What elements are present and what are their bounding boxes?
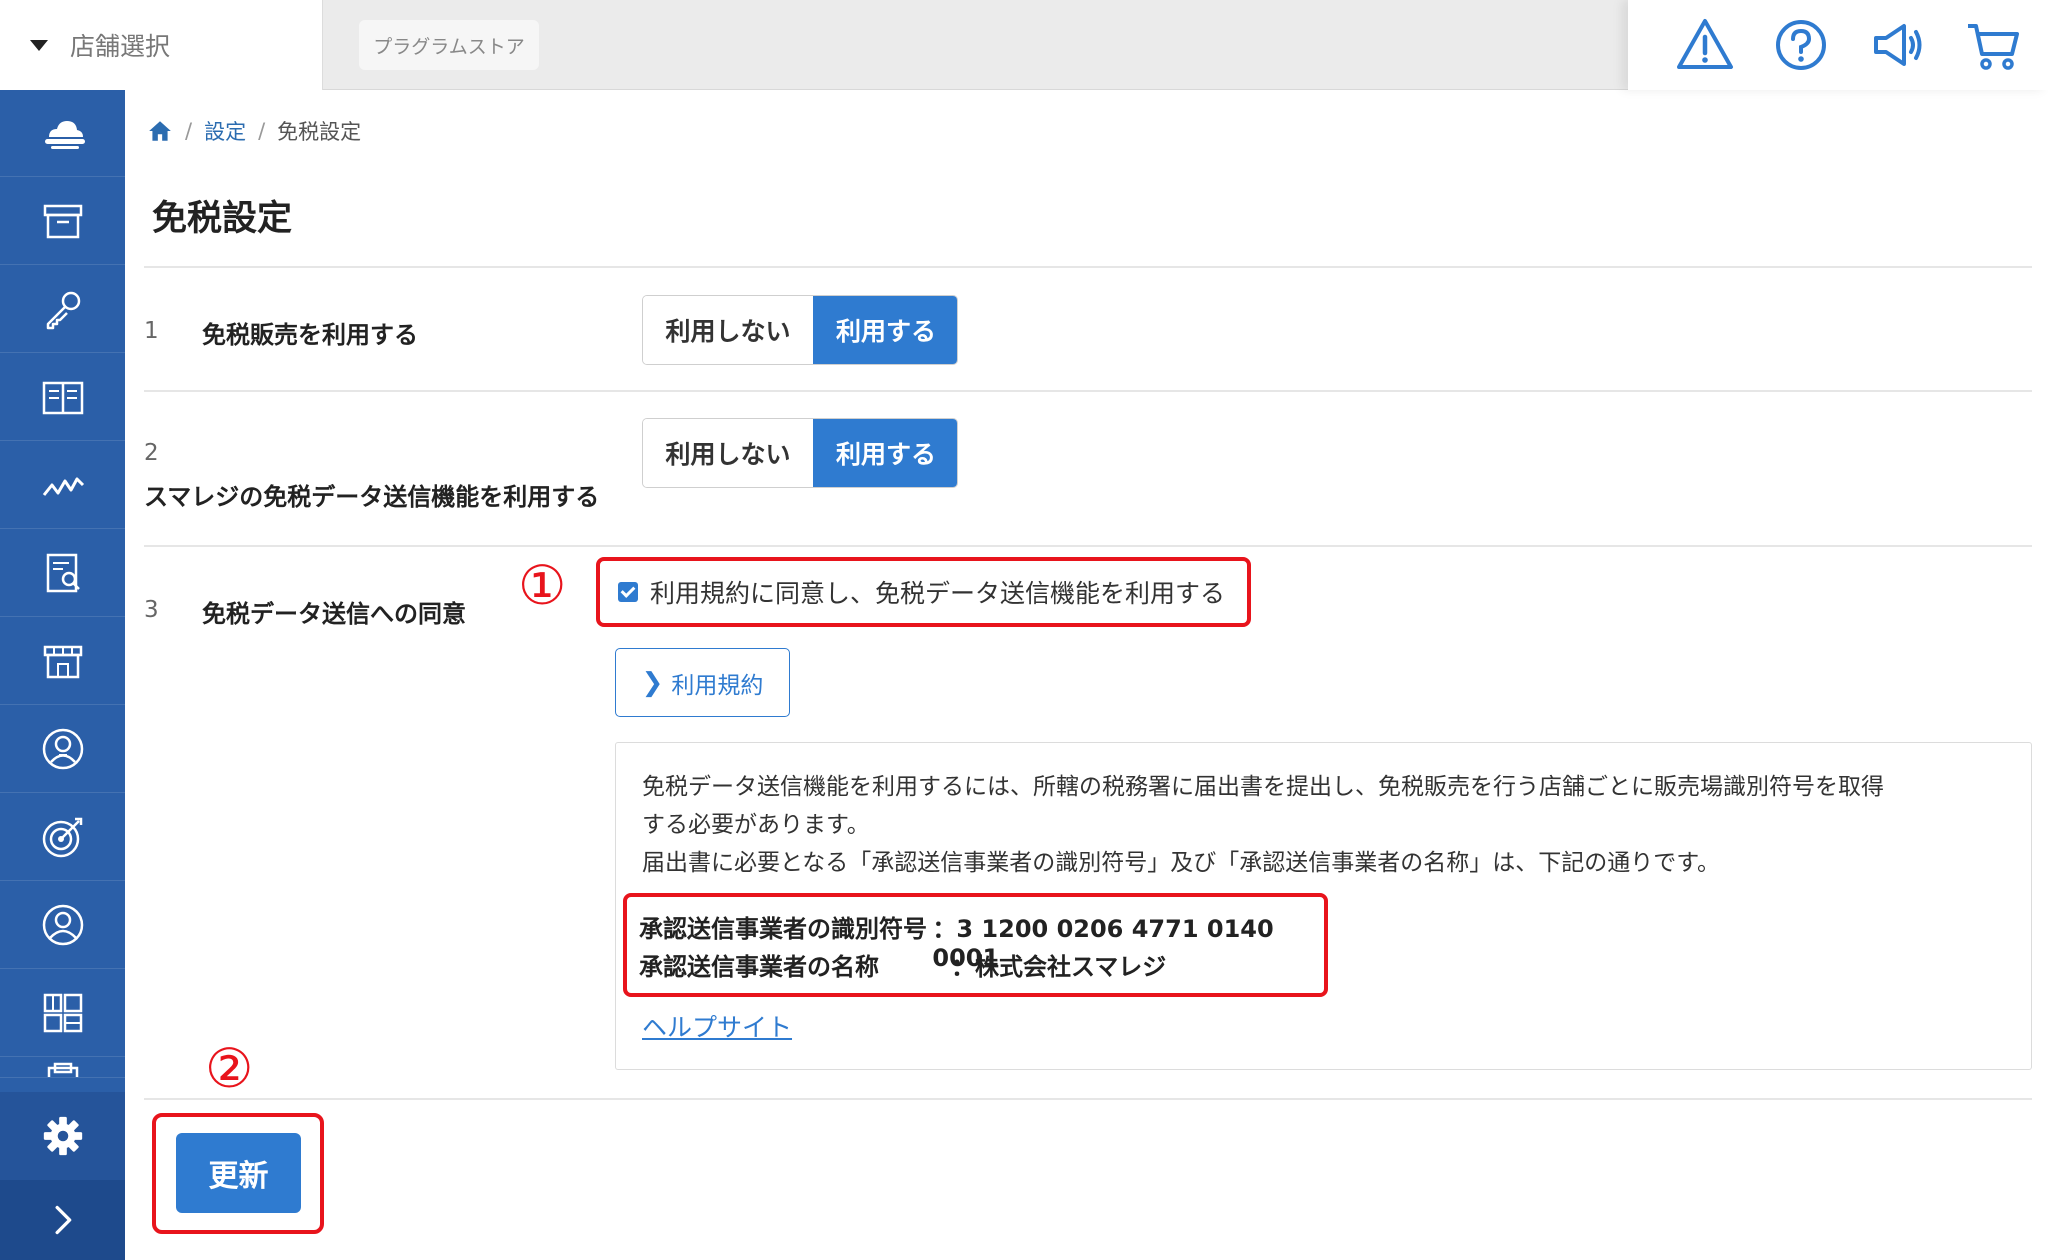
target-icon bbox=[42, 817, 82, 858]
divider bbox=[144, 266, 2032, 268]
row-3-number: 3 bbox=[144, 597, 159, 623]
divider bbox=[144, 1098, 2032, 1100]
consent-checkbox-label[interactable]: 利用規約に同意し、免税データ送信機能を利用する bbox=[650, 574, 1225, 610]
megaphone-icon[interactable] bbox=[1866, 14, 1928, 76]
sidebar-expand-button[interactable] bbox=[0, 1180, 125, 1260]
customer-icon bbox=[42, 728, 83, 770]
sidebar-item-user[interactable] bbox=[0, 882, 125, 969]
row-1-number: 1 bbox=[144, 318, 159, 344]
tax-free-sales-on-option[interactable]: 利用する bbox=[813, 296, 957, 364]
program-store-button[interactable]: プラグラムストア bbox=[359, 20, 539, 70]
data-transmission-toggle: 利用しない 利用する bbox=[642, 418, 958, 488]
info-line: 免税データ送信機能を利用するには、所轄の税務署に届出書を提出し、免税販売を行う店… bbox=[642, 774, 1884, 800]
info-text: 免税データ送信機能を利用するには、所轄の税務署に届出書を提出し、免税販売を行う店… bbox=[642, 768, 2017, 882]
user-icon bbox=[42, 904, 83, 946]
alert-icon[interactable] bbox=[1674, 14, 1736, 76]
row-2-label: スマレジの免税データ送信機能を利用する bbox=[144, 483, 600, 511]
info-panel: 免税データ送信機能を利用するには、所轄の税務署に届出書を提出し、免税販売を行う店… bbox=[615, 742, 2032, 1070]
breadcrumb-separator: / bbox=[185, 119, 193, 143]
gear-icon bbox=[43, 1116, 82, 1156]
row-1-label: 免税販売を利用する bbox=[202, 321, 418, 349]
breadcrumb-settings-link[interactable]: 設定 bbox=[204, 116, 246, 146]
terms-button-label: 利用規約 bbox=[671, 672, 764, 699]
breadcrumb-current: 免税設定 bbox=[277, 120, 362, 144]
operator-id-highlight: 承認送信事業者の識別符号 ：3 1200 0206 4771 0140 0001… bbox=[623, 893, 1328, 997]
sidebar-item-analytics[interactable] bbox=[0, 442, 125, 529]
chevron-right-icon bbox=[55, 1205, 71, 1235]
sidebar-item-archive[interactable] bbox=[0, 178, 125, 265]
report-icon bbox=[46, 553, 80, 593]
info-line: 届出書に必要となる「承認送信事業者の識別符号」及び「承認送信事業者の名称」は、下… bbox=[642, 850, 1721, 876]
annotation-mark-1: ① bbox=[518, 554, 567, 617]
caret-down-icon bbox=[30, 39, 48, 51]
data-transmission-on-option[interactable]: 利用する bbox=[813, 419, 957, 487]
sidebar-item-report[interactable] bbox=[0, 530, 125, 617]
cloud-icon bbox=[44, 121, 85, 149]
info-line: する必要があります。 bbox=[642, 812, 870, 838]
tax-free-sales-off-option[interactable]: 利用しない bbox=[643, 296, 813, 364]
sidebar-item-key[interactable] bbox=[0, 266, 125, 353]
sidebar-item-book[interactable] bbox=[0, 354, 125, 441]
update-button[interactable]: 更新 bbox=[176, 1133, 301, 1213]
row-3-label: 免税データ送信への同意 bbox=[202, 600, 466, 628]
sidebar-item-customer[interactable] bbox=[0, 706, 125, 793]
chart-line-icon bbox=[42, 477, 84, 496]
consent-checkbox[interactable] bbox=[618, 582, 638, 602]
key-icon bbox=[46, 291, 80, 330]
data-transmission-off-option[interactable]: 利用しない bbox=[643, 419, 813, 487]
tax-free-sales-toggle: 利用しない 利用する bbox=[642, 295, 958, 365]
chevron-right-icon: ❯ bbox=[641, 667, 664, 698]
clipboard-icon bbox=[47, 1062, 78, 1077]
sidebar-item-target[interactable] bbox=[0, 794, 125, 881]
home-icon[interactable] bbox=[147, 118, 173, 144]
annotation-mark-2: ② bbox=[205, 1037, 254, 1100]
cart-icon[interactable] bbox=[1962, 14, 2024, 76]
top-icon-group bbox=[1628, 0, 2048, 90]
help-site-link[interactable]: ヘルプサイト bbox=[642, 1008, 792, 1044]
divider bbox=[144, 545, 2032, 547]
settings-button[interactable] bbox=[0, 1092, 125, 1180]
grid-icon bbox=[43, 993, 82, 1033]
operator-name-value: ：株式会社スマレジ bbox=[951, 953, 1167, 981]
sidebar-item-grid[interactable] bbox=[0, 970, 125, 1057]
sidebar bbox=[0, 90, 125, 1260]
terms-button[interactable]: ❯ 利用規約 bbox=[615, 648, 790, 717]
operator-name-key: 承認送信事業者の名称 bbox=[639, 953, 879, 981]
book-icon bbox=[42, 381, 83, 415]
sidebar-item-cloud[interactable] bbox=[0, 90, 125, 177]
divider bbox=[144, 390, 2032, 392]
store-select-dropdown[interactable]: 店舗選択 bbox=[0, 0, 323, 90]
operator-name-row: 承認送信事業者の名称 ：株式会社スマレジ bbox=[639, 947, 1166, 982]
store-icon bbox=[43, 645, 82, 679]
help-icon[interactable] bbox=[1770, 14, 1832, 76]
sidebar-item-clipboard[interactable] bbox=[0, 1058, 125, 1078]
archive-icon bbox=[43, 204, 82, 239]
consent-highlight: 利用規約に同意し、免税データ送信機能を利用する bbox=[596, 557, 1251, 627]
top-bar: 店舗選択 プラグラムストア bbox=[0, 0, 2048, 90]
breadcrumb-separator: / bbox=[258, 119, 266, 143]
store-select-label: 店舗選択 bbox=[70, 32, 171, 61]
breadcrumb: / 設定 / 免税設定 bbox=[147, 116, 361, 146]
sidebar-item-store[interactable] bbox=[0, 618, 125, 705]
page-title: 免税設定 bbox=[152, 199, 293, 239]
row-2-number: 2 bbox=[144, 440, 159, 466]
